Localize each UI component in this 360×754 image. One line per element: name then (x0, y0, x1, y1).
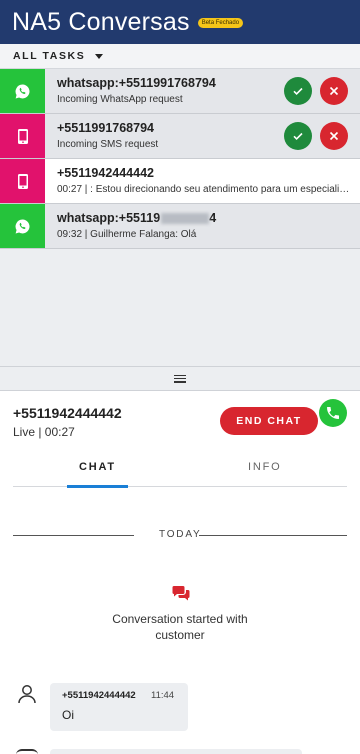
message-author: +5511942444442 (62, 690, 136, 701)
task-subtitle: 00:27 | : Estou direcionando seu atendim… (57, 184, 353, 195)
sms-channel-tile (0, 114, 45, 158)
reject-task-button[interactable] (320, 122, 348, 150)
task-title-suffix: 4 (209, 211, 217, 225)
task-filter-dropdown[interactable]: ALL TASKS (0, 44, 360, 69)
drag-handle-icon (174, 374, 186, 383)
chat-tabs: CHAT INFO (13, 455, 347, 488)
task-list-panel: ALL TASKS whatsapp:+5511991768794 Incomi… (0, 44, 360, 366)
sms-channel-tile (0, 159, 45, 203)
divider-line (13, 535, 134, 536)
task-title: +5511942444442 (57, 166, 154, 180)
app-header: NA5 Conversas Beta Fechado (0, 0, 360, 44)
date-divider: TODAY (13, 529, 347, 541)
task-actions (284, 122, 348, 150)
chat-bubbles-icon (172, 585, 190, 601)
task-item-whatsapp-active[interactable]: whatsapp:+55119 4 09:32 | Guilherme Falan… (0, 204, 360, 249)
task-info: +5511942444442 00:27 | : Estou direciona… (45, 159, 360, 203)
task-title: whatsapp:+55119 4 (57, 211, 360, 225)
tab-chat[interactable]: CHAT (79, 461, 116, 473)
message-bubble: +5511942444442 11:44 Oi (50, 683, 188, 731)
panel-resize-handle[interactable] (0, 366, 360, 391)
user-avatar-icon (16, 749, 38, 754)
task-item-sms-incoming[interactable]: +5511991768794 Incoming SMS request (0, 114, 360, 159)
task-subtitle: 09:32 | Guilherme Falanga: Olá (57, 229, 197, 240)
close-icon (329, 131, 339, 141)
call-button[interactable] (319, 399, 347, 427)
divider-line (199, 535, 347, 536)
tab-info[interactable]: INFO (248, 461, 281, 473)
mobile-phone-icon (17, 173, 28, 189)
accept-task-button[interactable] (284, 77, 312, 105)
accept-task-button[interactable] (284, 122, 312, 150)
check-icon (293, 132, 303, 141)
task-filter-label: ALL TASKS (13, 50, 86, 62)
task-title-prefix: whatsapp:+55119 (57, 211, 161, 225)
task-info: whatsapp:+55119 4 09:32 | Guilherme Falan… (45, 204, 360, 248)
close-icon (329, 86, 339, 96)
whatsapp-channel-tile (0, 69, 45, 113)
app-title: NA5 Conversas (12, 7, 190, 36)
date-label: TODAY (159, 529, 202, 540)
call-status: Live | 00:27 (13, 425, 75, 439)
task-actions (284, 77, 348, 105)
whatsapp-channel-tile (0, 204, 45, 248)
message-body: Oi (62, 708, 74, 722)
conversation-started-message: Conversation started with customer (112, 612, 248, 642)
user-avatar-icon (16, 683, 38, 705)
task-item-whatsapp-incoming[interactable]: whatsapp:+5511991768794 Incoming WhatsAp… (0, 69, 360, 114)
end-chat-button[interactable]: END CHAT (220, 407, 318, 435)
message-time: 11:44 (151, 690, 175, 701)
contact-number: +5511942444442 (13, 405, 122, 421)
active-tab-indicator (67, 485, 128, 488)
task-item-sms-active[interactable]: +5511942444442 00:27 | : Estou direciona… (0, 159, 360, 204)
chat-message: +5511942444442 11:44 Oi (16, 683, 316, 735)
redacted-text (161, 213, 210, 225)
beta-badge: Beta Fechado (197, 18, 244, 28)
whatsapp-icon (15, 219, 30, 233)
phone-icon (327, 407, 339, 419)
chat-panel: +5511942444442 Live | 00:27 END CHAT CHA… (0, 391, 360, 754)
message-bubble (50, 749, 302, 754)
check-icon (293, 87, 303, 96)
whatsapp-icon (15, 84, 30, 98)
mobile-phone-icon (17, 128, 28, 144)
caret-down-icon (95, 53, 104, 59)
reject-task-button[interactable] (320, 77, 348, 105)
